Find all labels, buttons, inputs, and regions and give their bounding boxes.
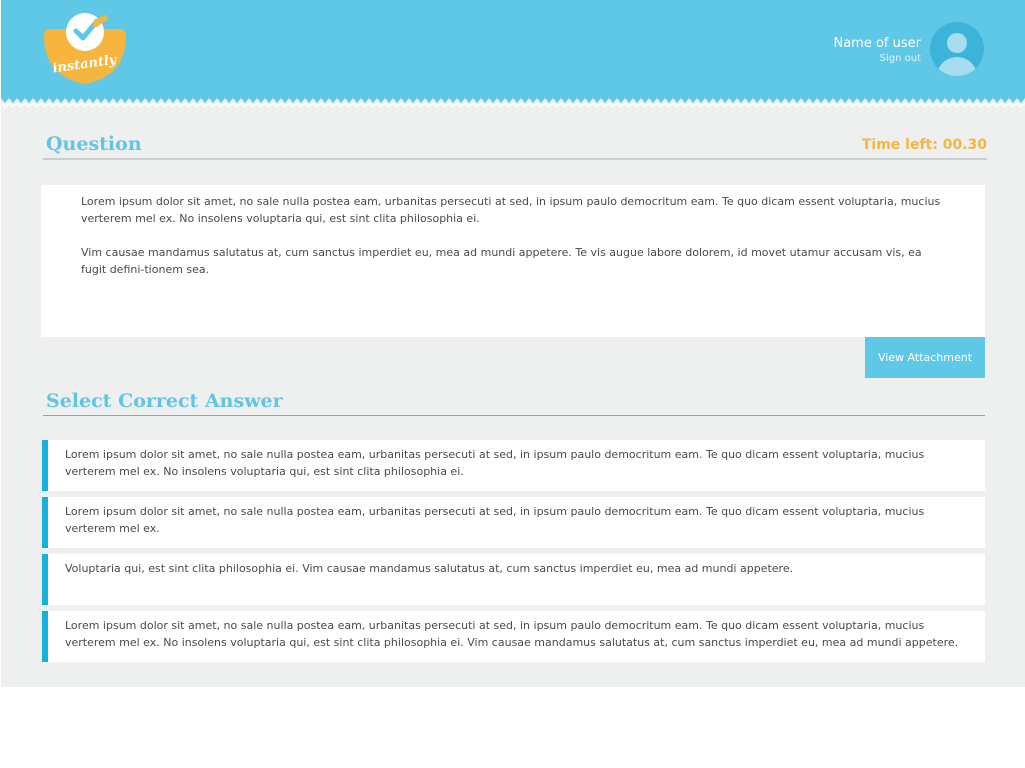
answers-header: Select Correct Answer	[43, 385, 985, 416]
answer-marker	[42, 554, 48, 605]
answer-option-text: Lorem ipsum dolor sit amet, no sale null…	[65, 448, 925, 478]
answer-option-4[interactable]: Lorem ipsum dolor sit amet, no sale null…	[42, 611, 985, 662]
answer-option-1[interactable]: Lorem ipsum dolor sit amet, no sale null…	[42, 440, 985, 491]
user-name: Name of user	[833, 36, 921, 51]
header-zigzag-edge	[1, 96, 1025, 110]
user-avatar-icon[interactable]	[930, 22, 984, 76]
answer-option-3[interactable]: Voluptaria qui, est sint clita philosoph…	[42, 554, 985, 605]
question-box: Lorem ipsum dolor sit amet, no sale null…	[41, 185, 985, 337]
question-paragraph-2: Vim causae mandamus salutatus at, cum sa…	[81, 246, 922, 276]
answer-option-text: Lorem ipsum dolor sit amet, no sale null…	[65, 619, 959, 649]
user-block: Name of user Sign out	[833, 36, 921, 66]
instantly-logo[interactable]: instantly	[42, 12, 128, 88]
answer-marker	[42, 440, 48, 491]
header: instantly Name of user Sign out	[1, 0, 1025, 98]
question-header: Question Time left: 00.30	[43, 128, 987, 160]
answer-marker	[42, 611, 48, 662]
answer-option-text: Lorem ipsum dolor sit amet, no sale null…	[65, 505, 925, 535]
view-attachment-button[interactable]: View Attachment	[865, 337, 985, 378]
answers-title: Select Correct Answer	[46, 390, 283, 412]
answer-marker	[42, 497, 48, 548]
app-frame: instantly Name of user Sign out Question…	[1, 0, 1025, 687]
timer-display: Time left: 00.30	[861, 137, 987, 153]
page: instantly Name of user Sign out Question…	[0, 0, 1025, 768]
answer-option-text: Voluptaria qui, est sint clita philosoph…	[65, 562, 794, 575]
question-paragraph-1: Lorem ipsum dolor sit amet, no sale null…	[81, 195, 941, 225]
sign-out-link[interactable]: Sign out	[833, 52, 921, 66]
question-title: Question	[46, 133, 142, 155]
answer-option-2[interactable]: Lorem ipsum dolor sit amet, no sale null…	[42, 497, 985, 548]
